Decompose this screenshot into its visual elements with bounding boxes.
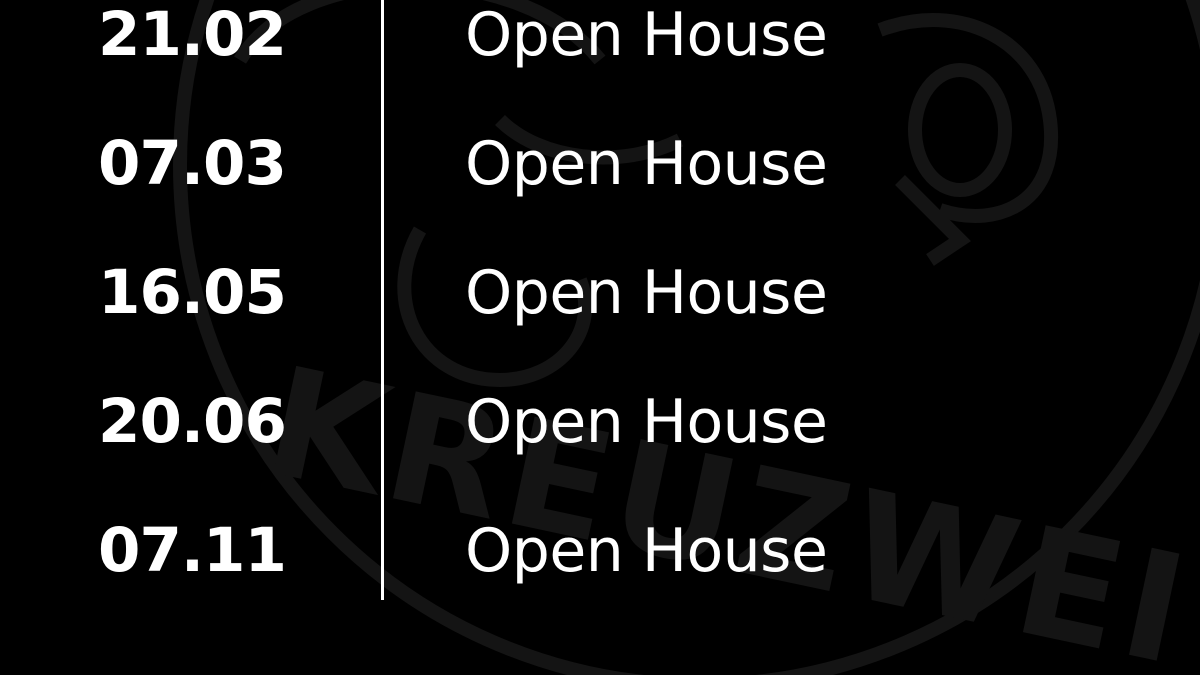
event-date: 07.11 [98, 515, 287, 586]
event-row: 21.02 Open House [0, 0, 1200, 90]
event-date: 21.02 [98, 0, 287, 70]
event-date: 20.06 [98, 386, 287, 457]
event-title: Open House [465, 258, 828, 328]
event-title: Open House [465, 516, 828, 586]
event-row: 07.03 Open House [0, 109, 1200, 219]
event-title: Open House [465, 129, 828, 199]
event-row: 07.11 Open House [0, 496, 1200, 606]
event-row: 16.05 Open House [0, 238, 1200, 348]
event-date: 16.05 [98, 257, 287, 328]
event-date: 07.03 [98, 128, 287, 199]
event-title: Open House [465, 387, 828, 457]
event-row: 20.06 Open House [0, 367, 1200, 477]
event-title: Open House [465, 0, 828, 70]
